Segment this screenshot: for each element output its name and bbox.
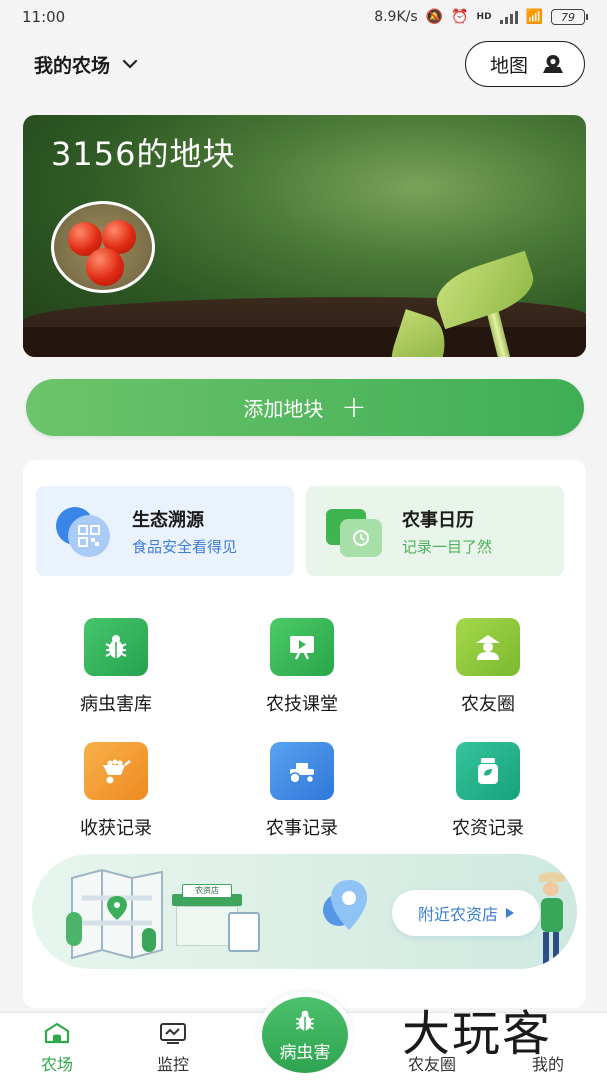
status-bar: 11:00 8.9K/s 🔕 ⏰ HD 📶 79 [0,0,607,34]
nearby-shop-label: 附近农资店 [417,905,498,924]
battery-icon: 79 [551,9,588,25]
monitor-icon [158,1021,188,1045]
nearby-shop-button[interactable]: 附近农资店 [392,890,540,936]
shop-sign: 农资店 [182,884,232,898]
plus-icon: + [341,389,367,425]
bug-icon [295,1010,315,1031]
grid-label: 农事记录 [266,818,338,839]
home-icon [42,1021,72,1045]
farm-calendar-subtitle: 记录一目了然 [402,537,493,556]
farm-selector-label: 我的农场 [34,54,111,77]
video-board-icon [270,618,334,676]
map-pin-icon [543,55,563,73]
net-speed: 8.9K/s [374,9,418,25]
plot-card[interactable]: 3156的地块 [23,115,586,357]
plot-title: 3156的地块 [51,135,236,173]
qr-code-icon [56,503,116,559]
signal-icon [499,10,518,24]
grid-item-farm-record[interactable]: 农事记录 [227,742,377,840]
status-icons: 8.9K/s 🔕 ⏰ HD 📶 79 [374,9,588,25]
add-plot-button[interactable]: 添加地块 + [26,379,584,436]
hd-icon: HD [476,12,492,22]
grid-label: 农友圈 [461,694,515,715]
jar-icon [456,742,520,800]
farm-selector[interactable]: 我的农场 [34,51,138,78]
map-button-label: 地图 [489,54,528,77]
wheelbarrow-icon [84,742,148,800]
grid-item-pest-library[interactable]: 病虫害库 [41,618,191,716]
nav-farm-label: 农场 [40,1055,73,1074]
pest-center-button[interactable]: 病虫害 [257,992,353,1078]
clipboard-illustration [228,912,260,952]
eco-traceability-card[interactable]: 生态溯源 食品安全看得见 [36,486,294,576]
mute-icon: 🔕 [425,9,444,25]
map-button[interactable]: 地图 [464,41,585,87]
eco-traceability-subtitle: 食品安全看得见 [132,537,238,556]
tools-card: 生态溯源 食品安全看得见 农事日历 记录一目了然 病虫害库 农技课堂 农友圈 收… [23,460,586,1008]
wifi-icon: 📶 [525,9,543,25]
eco-traceability-title: 生态溯源 [132,509,204,531]
tree-illustration [66,912,82,946]
play-arrow-icon [506,908,514,918]
crop-avatar [51,201,155,293]
watermark: 大玩客 [402,1006,553,1062]
calendar-icon [326,503,386,559]
tree-illustration [142,928,156,952]
pest-center-label: 病虫害 [279,1042,331,1063]
grid-label: 病虫害库 [80,694,152,715]
nav-monitor-label: 监控 [156,1055,189,1074]
nav-monitor[interactable]: 监控 [133,1021,213,1075]
nav-farm[interactable]: 农场 [17,1021,97,1075]
tomato-image [86,248,124,286]
grid-label: 农技课堂 [266,694,338,715]
alarm-icon: ⏰ [451,9,469,25]
grid-item-farmer-circle[interactable]: 农友圈 [413,618,563,716]
status-time: 11:00 [22,8,66,26]
bug-icon [84,618,148,676]
farm-calendar-title: 农事日历 [402,509,474,531]
grid-label: 农资记录 [452,818,524,839]
grid-item-tech-class[interactable]: 农技课堂 [227,618,377,716]
nearby-shop-banner[interactable]: 农资店 附近农资店 [32,854,577,969]
grid-label: 收获记录 [80,818,152,839]
grid-item-supplies-record[interactable]: 农资记录 [413,742,563,840]
header: 我的农场 地图 [0,38,607,90]
tractor-icon [270,742,334,800]
location-pin-icon [323,880,367,930]
chevron-down-icon [122,59,138,69]
grid-item-harvest-record[interactable]: 收获记录 [41,742,191,840]
add-plot-label: 添加地块 [243,397,324,421]
farmer-icon [456,618,520,676]
farmer-illustration [537,872,567,966]
farm-calendar-card[interactable]: 农事日历 记录一目了然 [306,486,564,576]
